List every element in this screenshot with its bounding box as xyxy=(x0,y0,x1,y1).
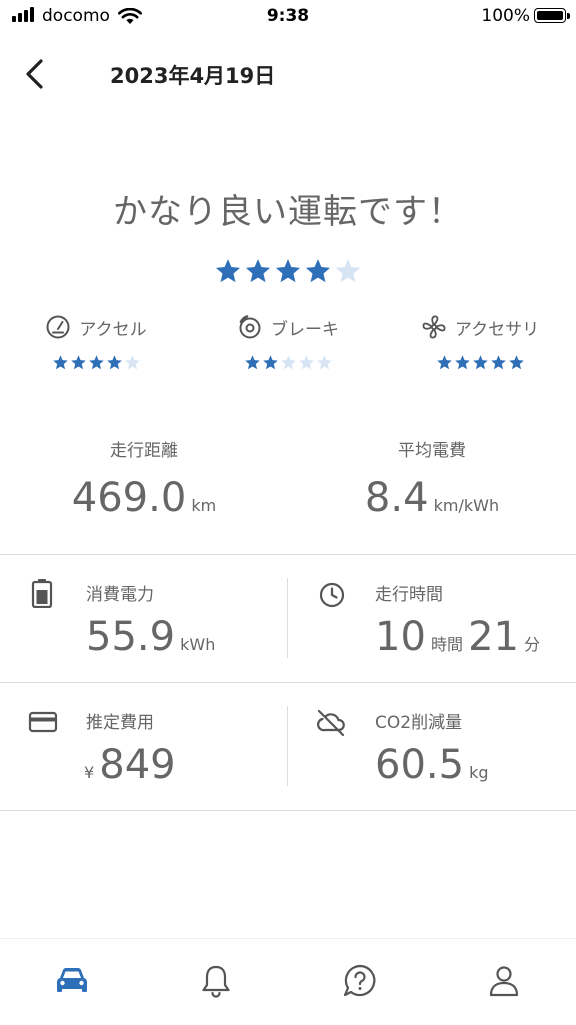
star-filled-icon xyxy=(454,355,470,370)
distance-summary: 走行距離 469.0 km xyxy=(0,436,288,521)
divider xyxy=(0,554,576,555)
star-filled-icon xyxy=(215,259,241,283)
divider xyxy=(0,810,576,811)
star-empty-icon xyxy=(124,355,140,370)
back-arrow-icon[interactable] xyxy=(22,57,50,91)
bell-icon[interactable] xyxy=(196,961,236,1001)
star-filled-icon xyxy=(106,355,122,370)
cost-label: 推定費用 xyxy=(86,713,154,733)
efficiency-label: 平均電費 xyxy=(398,441,466,461)
currency-symbol: ¥ xyxy=(84,763,95,782)
star-empty-icon xyxy=(316,355,332,370)
overall-rating-stars xyxy=(0,257,576,289)
cloud-off-icon xyxy=(317,709,345,736)
status-bar: docomo 9:38 100% xyxy=(0,0,576,34)
distance-unit: km xyxy=(191,496,217,515)
rating-brake: ブレーキ xyxy=(198,314,378,375)
distance-label: 走行距離 xyxy=(110,441,178,461)
category-stars xyxy=(244,354,333,375)
profile-icon[interactable] xyxy=(484,961,524,1001)
star-filled-icon xyxy=(262,355,278,370)
divider-vertical xyxy=(287,706,288,786)
drive-time-label: 走行時間 xyxy=(375,585,443,605)
star-empty-icon xyxy=(280,355,296,370)
star-empty-icon xyxy=(335,259,361,283)
category-stars xyxy=(52,354,141,375)
bottom-tab-bar xyxy=(0,938,576,1025)
star-filled-icon xyxy=(436,355,452,370)
co2-label: CO2削減量 xyxy=(375,713,463,733)
rating-accelerator: アクセル xyxy=(6,314,186,375)
co2-value-group: 60.5 kg xyxy=(375,742,489,788)
power-unit: kWh xyxy=(180,635,216,654)
speedometer-icon xyxy=(46,315,70,339)
rating-label: ブレーキ xyxy=(271,319,339,340)
help-icon[interactable] xyxy=(340,961,380,1001)
cost-value: 849 xyxy=(99,742,176,788)
battery-percent: 100% xyxy=(481,6,530,26)
battery-tip xyxy=(567,13,570,19)
cost-value-group: ¥ 849 xyxy=(84,742,176,788)
star-filled-icon xyxy=(52,355,68,370)
fan-icon xyxy=(422,315,446,339)
co2-unit: kg xyxy=(469,763,489,782)
star-filled-icon xyxy=(490,355,506,370)
star-filled-icon xyxy=(275,259,301,283)
power-value-group: 55.9 kWh xyxy=(86,614,215,660)
star-filled-icon xyxy=(472,355,488,370)
brake-disc-icon xyxy=(239,315,261,339)
efficiency-value: 8.4 xyxy=(364,475,429,521)
power-value: 55.9 xyxy=(86,614,176,660)
page-title: 2023年4月19日 xyxy=(110,64,276,88)
category-stars xyxy=(436,354,525,375)
rating-accessory: アクセサリ xyxy=(390,314,570,375)
drive-time-value-group: 10 時間 21 分 xyxy=(375,614,540,660)
star-filled-icon xyxy=(88,355,104,370)
efficiency-unit: km/kWh xyxy=(433,496,500,515)
rating-label: アクセサリ xyxy=(454,319,540,340)
drive-hours: 10 xyxy=(375,614,426,660)
star-filled-icon xyxy=(508,355,524,370)
rating-headline: かなり良い運転です！ xyxy=(113,192,463,232)
efficiency-summary: 平均電費 8.4 km/kWh xyxy=(288,436,576,521)
car-icon[interactable] xyxy=(52,961,92,1001)
star-filled-icon xyxy=(70,355,86,370)
minutes-unit: 分 xyxy=(524,635,541,654)
star-empty-icon xyxy=(298,355,314,370)
star-filled-icon xyxy=(305,259,331,283)
clock-icon xyxy=(319,582,345,608)
drive-minutes: 21 xyxy=(468,614,520,660)
battery-status-icon xyxy=(534,8,566,23)
star-filled-icon xyxy=(244,355,260,370)
rating-label: アクセル xyxy=(79,319,147,340)
divider xyxy=(0,682,576,683)
power-label: 消費電力 xyxy=(86,585,154,605)
divider-vertical xyxy=(287,578,288,658)
battery-icon xyxy=(31,579,53,608)
co2-value: 60.5 xyxy=(375,742,465,788)
distance-value: 469.0 xyxy=(71,475,187,521)
credit-card-icon xyxy=(28,711,58,733)
star-filled-icon xyxy=(245,259,271,283)
hours-unit: 時間 xyxy=(431,635,464,654)
